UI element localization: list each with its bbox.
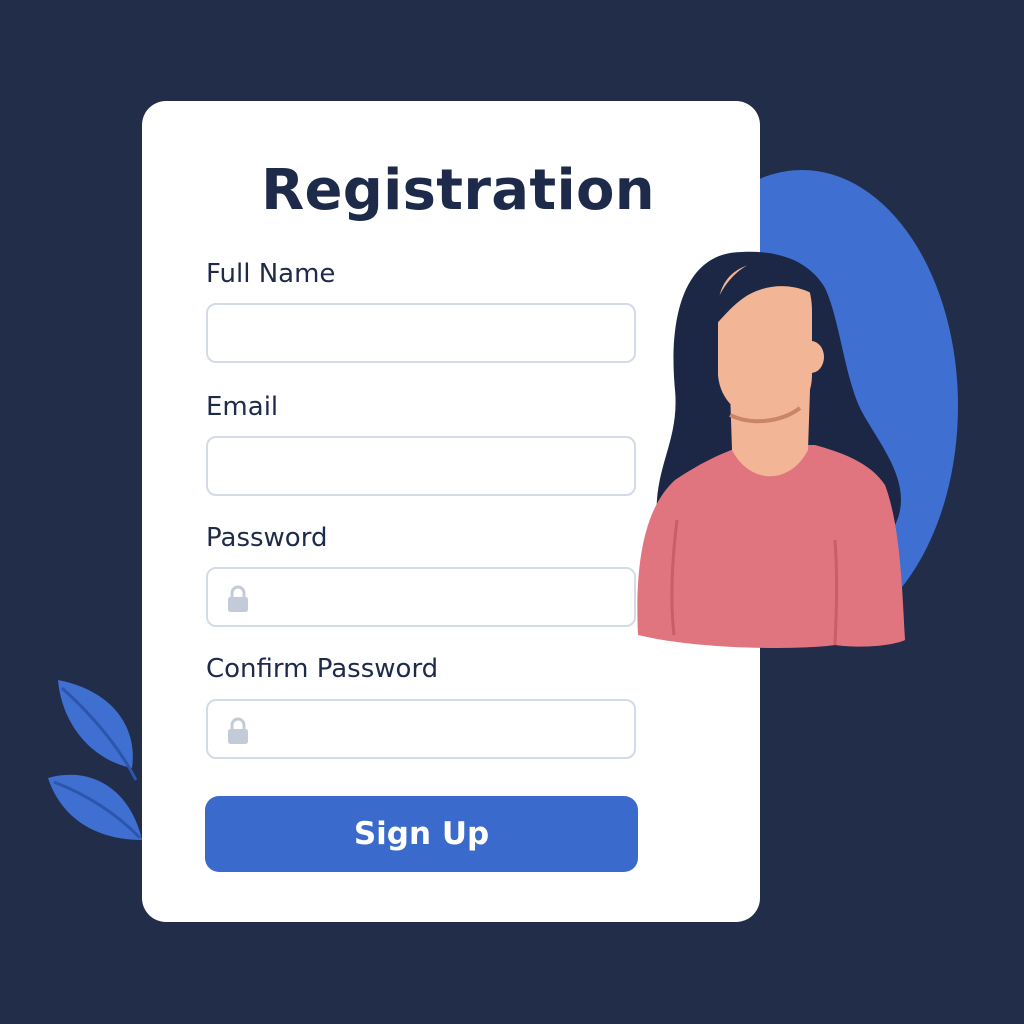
confirm-password-field (206, 699, 636, 759)
confirm-password-input[interactable] (208, 701, 634, 757)
sign-up-button[interactable]: Sign Up (205, 796, 638, 872)
password-label: Password (206, 523, 328, 553)
email-input[interactable] (208, 438, 634, 494)
password-field (206, 567, 636, 627)
password-input[interactable] (208, 569, 634, 625)
full-name-input[interactable] (208, 305, 634, 361)
registration-screen: Registration Full Name Email Password Co… (0, 0, 1024, 1024)
full-name-field (206, 303, 636, 363)
woman-avatar-illustration (637, 251, 905, 648)
email-label: Email (206, 392, 279, 422)
page-title: Registration (261, 158, 655, 223)
confirm-password-label: Confirm Password (206, 654, 439, 684)
email-field (206, 436, 636, 496)
full-name-label: Full Name (206, 259, 336, 289)
